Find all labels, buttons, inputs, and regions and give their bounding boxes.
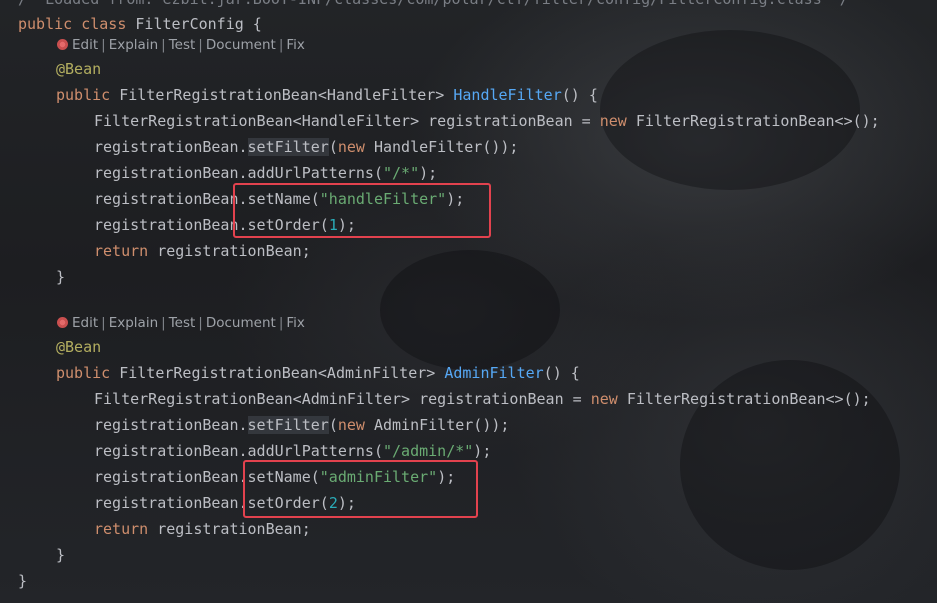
method-signature[interactable]: public FilterRegistrationBean<AdminFilte… [56, 363, 580, 383]
keyword-new: new [337, 138, 365, 156]
paren: ( [328, 416, 338, 434]
keyword-new: new [590, 390, 618, 408]
code-line-setfilter[interactable]: registrationBean.setFilter(new HandleFil… [94, 137, 518, 157]
keyword-return: return [94, 242, 149, 260]
constructor-call: FilterRegistrationBean<>(); [626, 390, 871, 408]
lens-separator: | [161, 37, 166, 53]
bean-annotation[interactable]: @Bean [56, 59, 101, 79]
method-name[interactable]: AdminFilter [444, 364, 543, 382]
code-line-addurlpatterns[interactable]: registrationBean.addUrlPatterns("/admin/… [94, 441, 491, 461]
lens-separator: | [198, 37, 203, 53]
url-pattern-string: "/admin/*" [382, 442, 474, 460]
call-suffix: ); [419, 164, 438, 182]
lens-separator: | [198, 315, 203, 331]
code-lens-actions-2[interactable]: Edit | Explain | Test | Document | Fix [57, 313, 305, 333]
highlight-box-adminfilter [243, 460, 478, 518]
brace-open: { [243, 15, 262, 33]
declaration-type: FilterRegistrationBean<AdminFilter> regi… [94, 390, 591, 408]
return-value: registrationBean; [148, 242, 311, 260]
lens-test[interactable]: Test [169, 37, 196, 53]
lens-edit[interactable]: Edit [72, 37, 98, 53]
code-line-declaration[interactable]: FilterRegistrationBean<HandleFilter> reg… [94, 111, 880, 131]
return-type[interactable]: FilterRegistrationBean<HandleFilter> [119, 86, 444, 104]
method-params: () { [561, 86, 598, 104]
filter-constructor: HandleFilter()); [364, 138, 519, 156]
method-params: () { [543, 364, 580, 382]
keyword-return: return [94, 520, 149, 538]
bean-icon [57, 39, 68, 50]
code-editor[interactable]: /* Loaded from: ezbit.jar:BOOT-INF/class… [0, 0, 937, 603]
call-prefix: registrationBean.addUrlPatterns( [94, 442, 383, 460]
lens-edit[interactable]: Edit [72, 315, 98, 331]
lens-explain[interactable]: Explain [109, 315, 158, 331]
method-close-brace: } [56, 268, 66, 286]
url-pattern-string: "/*" [382, 164, 420, 182]
method-signature[interactable]: public FilterRegistrationBean<HandleFilt… [56, 85, 598, 105]
lens-document[interactable]: Document [206, 37, 276, 53]
highlight-box-handlefilter [233, 183, 491, 238]
code-lens-actions-1[interactable]: Edit | Explain | Test | Document | Fix [57, 35, 305, 55]
return-type[interactable]: FilterRegistrationBean<AdminFilter> [119, 364, 435, 382]
method-name[interactable]: HandleFilter [453, 86, 561, 104]
code-line-return[interactable]: return registrationBean; [94, 519, 311, 539]
lens-separator: | [278, 315, 284, 331]
bean-annotation[interactable]: @Bean [56, 337, 101, 357]
code-line-return[interactable]: return registrationBean; [94, 241, 311, 261]
highlighted-method-call[interactable]: setFilter [247, 416, 329, 434]
code-line-addurlpatterns[interactable]: registrationBean.addUrlPatterns("/*"); [94, 163, 437, 183]
keyword-public: public [56, 364, 111, 382]
bean-icon [57, 317, 68, 328]
lens-fix[interactable]: Fix [286, 315, 305, 331]
lens-fix[interactable]: Fix [286, 37, 305, 53]
method-close-brace: } [56, 546, 66, 564]
lens-explain[interactable]: Explain [109, 37, 158, 53]
lens-separator: | [101, 315, 106, 331]
lens-separator: | [278, 37, 284, 53]
call-prefix: registrationBean.addUrlPatterns( [94, 164, 383, 182]
constructor-call: FilterRegistrationBean<>(); [635, 112, 880, 130]
call-suffix: ); [473, 442, 492, 460]
class-name[interactable]: FilterConfig [135, 15, 243, 33]
lens-test[interactable]: Test [169, 315, 196, 331]
keyword-new: new [599, 112, 627, 130]
highlighted-method-call[interactable]: setFilter [247, 138, 329, 156]
receiver: registrationBean. [94, 138, 248, 156]
receiver: registrationBean. [94, 416, 248, 434]
lens-document[interactable]: Document [206, 315, 276, 331]
keyword-class: class [81, 15, 127, 33]
keyword-new: new [337, 416, 365, 434]
class-declaration[interactable]: public class FilterConfig { [18, 14, 262, 34]
lens-separator: | [101, 37, 106, 53]
keyword-public: public [18, 15, 73, 33]
filter-constructor: AdminFilter()); [364, 416, 510, 434]
return-value: registrationBean; [148, 520, 311, 538]
code-line-declaration[interactable]: FilterRegistrationBean<AdminFilter> regi… [94, 389, 871, 409]
file-source-comment: /* Loaded from: ezbit.jar:BOOT-INF/class… [18, 0, 849, 9]
paren: ( [328, 138, 338, 156]
declaration-type: FilterRegistrationBean<HandleFilter> reg… [94, 112, 600, 130]
class-close-brace: } [18, 572, 28, 590]
lens-separator: | [161, 315, 166, 331]
keyword-public: public [56, 86, 111, 104]
code-line-setfilter[interactable]: registrationBean.setFilter(new AdminFilt… [94, 415, 509, 435]
